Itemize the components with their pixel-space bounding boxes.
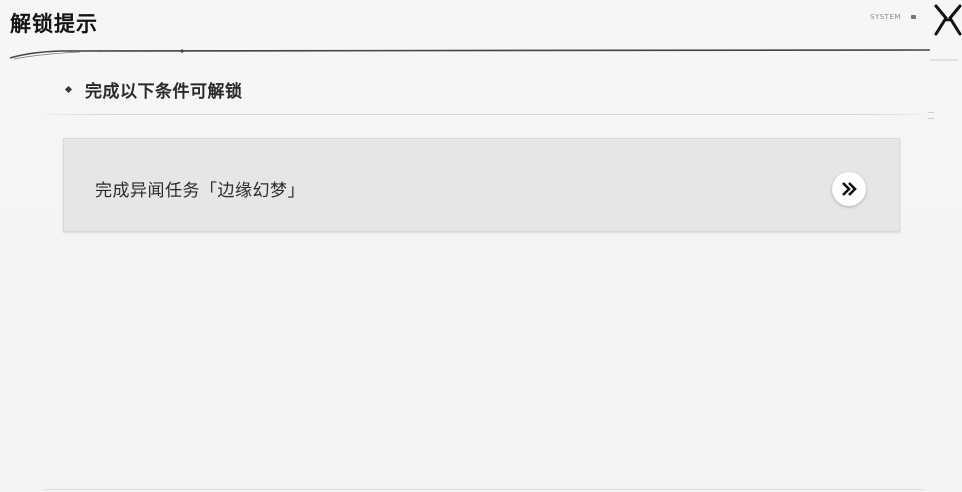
- header-brush-stroke: [0, 40, 962, 66]
- bottom-divider: [44, 489, 924, 490]
- panel-title: 解锁提示: [10, 12, 98, 36]
- subtitle-text: 完成以下条件可解锁: [85, 81, 243, 102]
- unlock-hint-panel: 解锁提示 SYSTEM 完成以下条件可解锁 完成异闻任务「边缘幻梦」: [0, 0, 962, 492]
- close-button[interactable]: [932, 2, 962, 38]
- header-decoration-text: SYSTEM: [870, 13, 901, 21]
- section-subtitle: 完成以下条件可解锁: [62, 77, 243, 102]
- header-decoration-dot: [911, 15, 916, 19]
- section-divider: [44, 114, 924, 115]
- condition-label: 完成异闻任务「边缘幻梦」: [95, 181, 305, 201]
- unlock-condition-card[interactable]: 完成异闻任务「边缘幻梦」: [63, 138, 900, 232]
- divider-end-mark: [928, 112, 934, 119]
- double-chevron-right-icon: [842, 182, 857, 196]
- diamond-bullet-icon: [64, 85, 73, 93]
- go-to-quest-button[interactable]: [832, 172, 866, 206]
- close-icon: [934, 4, 962, 36]
